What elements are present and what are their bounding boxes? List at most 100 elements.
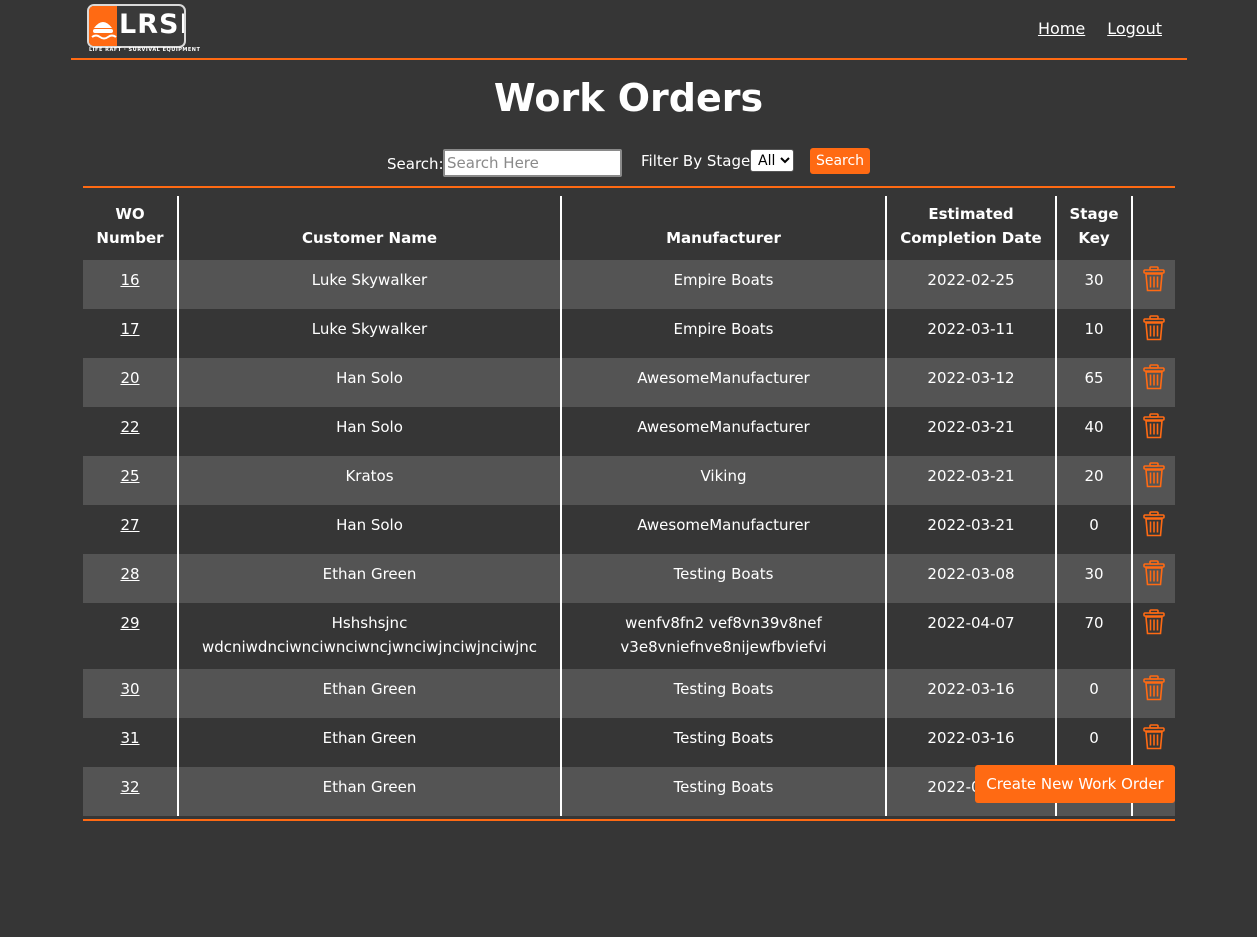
table-body: 16 Luke Skywalker Empire Boats 2022-02-25 30… bbox=[83, 260, 1175, 816]
cell-customer-name: Kratos bbox=[178, 456, 562, 505]
cell-manufacturer: Testing Boats bbox=[561, 554, 887, 603]
cell-completion-date: 2022-03-11 bbox=[886, 309, 1057, 358]
cell-stage-key: 0 bbox=[1056, 505, 1133, 554]
cell-customer-name: Ethan Green bbox=[178, 554, 562, 603]
cell-actions bbox=[1132, 456, 1175, 505]
cell-manufacturer: Testing Boats bbox=[561, 767, 887, 816]
trash-icon[interactable] bbox=[1143, 364, 1165, 394]
wo-number-link[interactable]: 16 bbox=[120, 271, 139, 289]
cell-wo-number: 28 bbox=[83, 554, 179, 603]
cell-wo-number: 29 bbox=[83, 603, 179, 669]
cell-manufacturer: Testing Boats bbox=[561, 718, 887, 767]
wo-number-link[interactable]: 32 bbox=[120, 778, 139, 796]
table-row: 25 Kratos Viking 2022-03-21 20 bbox=[83, 456, 1175, 505]
cell-stage-key: 30 bbox=[1056, 554, 1133, 603]
table-row: 20 Han Solo AwesomeManufacturer 2022-03-12 6… bbox=[83, 358, 1175, 407]
cell-actions bbox=[1132, 358, 1175, 407]
header-date-line2: Completion Date bbox=[900, 229, 1042, 247]
header-estimated-completion-date: Estimated Completion Date bbox=[886, 196, 1057, 260]
cell-completion-date: 2022-03-16 bbox=[886, 718, 1057, 767]
wo-number-link[interactable]: 22 bbox=[120, 418, 139, 436]
header-customer-name: Customer Name bbox=[178, 196, 562, 260]
header-manufacturer: Manufacturer bbox=[561, 196, 887, 260]
trash-icon[interactable] bbox=[1143, 609, 1165, 639]
search-label: Search: bbox=[387, 155, 444, 173]
cell-manufacturer: Testing Boats bbox=[561, 669, 887, 718]
work-orders-table: WO Number Customer Name Manufacturer Est… bbox=[83, 196, 1175, 816]
cell-wo-number: 17 bbox=[83, 309, 179, 358]
logo-frame: LRSE bbox=[87, 4, 186, 48]
cell-completion-date: 2022-03-21 bbox=[886, 505, 1057, 554]
trash-icon[interactable] bbox=[1143, 675, 1165, 705]
trash-icon[interactable] bbox=[1143, 413, 1165, 443]
cell-completion-date: 2022-04-07 bbox=[886, 603, 1057, 669]
header-stage-key: Stage Key bbox=[1056, 196, 1133, 260]
table-row: 28 Ethan Green Testing Boats 2022-03-08 30 bbox=[83, 554, 1175, 603]
trash-icon[interactable] bbox=[1143, 560, 1165, 590]
search-button[interactable]: Search bbox=[810, 148, 870, 174]
cell-wo-number: 30 bbox=[83, 669, 179, 718]
cell-actions bbox=[1132, 260, 1175, 309]
cell-actions bbox=[1132, 718, 1175, 767]
wo-number-link[interactable]: 17 bbox=[120, 320, 139, 338]
wo-number-link[interactable]: 30 bbox=[120, 680, 139, 698]
cell-stage-key: 30 bbox=[1056, 260, 1133, 309]
cell-customer-name: Luke Skywalker bbox=[178, 309, 562, 358]
home-link[interactable]: Home bbox=[1038, 19, 1085, 38]
logo-tagline: LIFE RAFT · SURVIVAL EQUIPMENT bbox=[89, 47, 201, 53]
table-row: 17 Luke Skywalker Empire Boats 2022-03-11 10 bbox=[83, 309, 1175, 358]
cell-actions bbox=[1132, 505, 1175, 554]
wo-number-link[interactable]: 29 bbox=[120, 614, 139, 632]
cell-wo-number: 16 bbox=[83, 260, 179, 309]
cell-completion-date: 2022-03-08 bbox=[886, 554, 1057, 603]
wo-number-link[interactable]: 31 bbox=[120, 729, 139, 747]
site-header: LRSE LIFE RAFT · SURVIVAL EQUIPMENT Home… bbox=[71, 0, 1187, 60]
header-wo-line2: Number bbox=[96, 229, 164, 247]
cell-manufacturer: Empire Boats bbox=[561, 260, 887, 309]
table-row: 30 Ethan Green Testing Boats 2022-03-16 0 bbox=[83, 669, 1175, 718]
cell-customer-name: Han Solo bbox=[178, 505, 562, 554]
trash-icon[interactable] bbox=[1143, 724, 1165, 754]
cell-manufacturer: AwesomeManufacturer bbox=[561, 407, 887, 456]
table-row: 31 Ethan Green Testing Boats 2022-03-16 0 bbox=[83, 718, 1175, 767]
cell-stage-key: 20 bbox=[1056, 456, 1133, 505]
cell-stage-key: 70 bbox=[1056, 603, 1133, 669]
trash-icon[interactable] bbox=[1143, 315, 1165, 345]
cell-actions bbox=[1132, 669, 1175, 718]
cell-completion-date: 2022-02-25 bbox=[886, 260, 1057, 309]
wo-number-link[interactable]: 20 bbox=[120, 369, 139, 387]
lrse-logo[interactable]: LRSE LIFE RAFT · SURVIVAL EQUIPMENT bbox=[87, 4, 201, 56]
cell-customer-name: Luke Skywalker bbox=[178, 260, 562, 309]
cell-actions bbox=[1132, 407, 1175, 456]
cell-manufacturer: wenfv8fn2 vef8vn39v8nef v3e8vniefnve8nij… bbox=[561, 603, 887, 669]
top-nav: Home Logout bbox=[1038, 19, 1162, 38]
wo-number-link[interactable]: 25 bbox=[120, 467, 139, 485]
header-actions bbox=[1132, 196, 1175, 260]
trash-icon[interactable] bbox=[1143, 462, 1165, 492]
cell-customer-name: Ethan Green bbox=[178, 669, 562, 718]
life-raft-icon bbox=[89, 6, 117, 46]
cell-customer-name: Han Solo bbox=[178, 407, 562, 456]
trash-icon[interactable] bbox=[1143, 511, 1165, 541]
wo-number-link[interactable]: 27 bbox=[120, 516, 139, 534]
wo-number-link[interactable]: 28 bbox=[120, 565, 139, 583]
cell-manufacturer: Empire Boats bbox=[561, 309, 887, 358]
create-work-order-button[interactable]: Create New Work Order bbox=[975, 765, 1175, 803]
search-input[interactable] bbox=[443, 149, 622, 177]
header-stage-line1: Stage bbox=[1069, 205, 1119, 223]
cell-manufacturer: AwesomeManufacturer bbox=[561, 358, 887, 407]
divider-bottom bbox=[83, 819, 1175, 821]
cell-stage-key: 40 bbox=[1056, 407, 1133, 456]
logo-text: LRSE bbox=[119, 9, 184, 40]
logout-link[interactable]: Logout bbox=[1107, 19, 1162, 38]
cell-completion-date: 2022-03-21 bbox=[886, 407, 1057, 456]
cell-actions bbox=[1132, 309, 1175, 358]
table-row: 29 Hshshsjnc wdcniwdnciwnciwnciwncjwnciwj… bbox=[83, 603, 1175, 669]
cell-wo-number: 31 bbox=[83, 718, 179, 767]
cell-wo-number: 20 bbox=[83, 358, 179, 407]
trash-icon[interactable] bbox=[1143, 266, 1165, 296]
table-row: 27 Han Solo AwesomeManufacturer 2022-03-21 0 bbox=[83, 505, 1175, 554]
cell-completion-date: 2022-03-21 bbox=[886, 456, 1057, 505]
stage-filter-select[interactable]: All bbox=[750, 149, 794, 172]
table-header-row: WO Number Customer Name Manufacturer Est… bbox=[83, 196, 1175, 260]
